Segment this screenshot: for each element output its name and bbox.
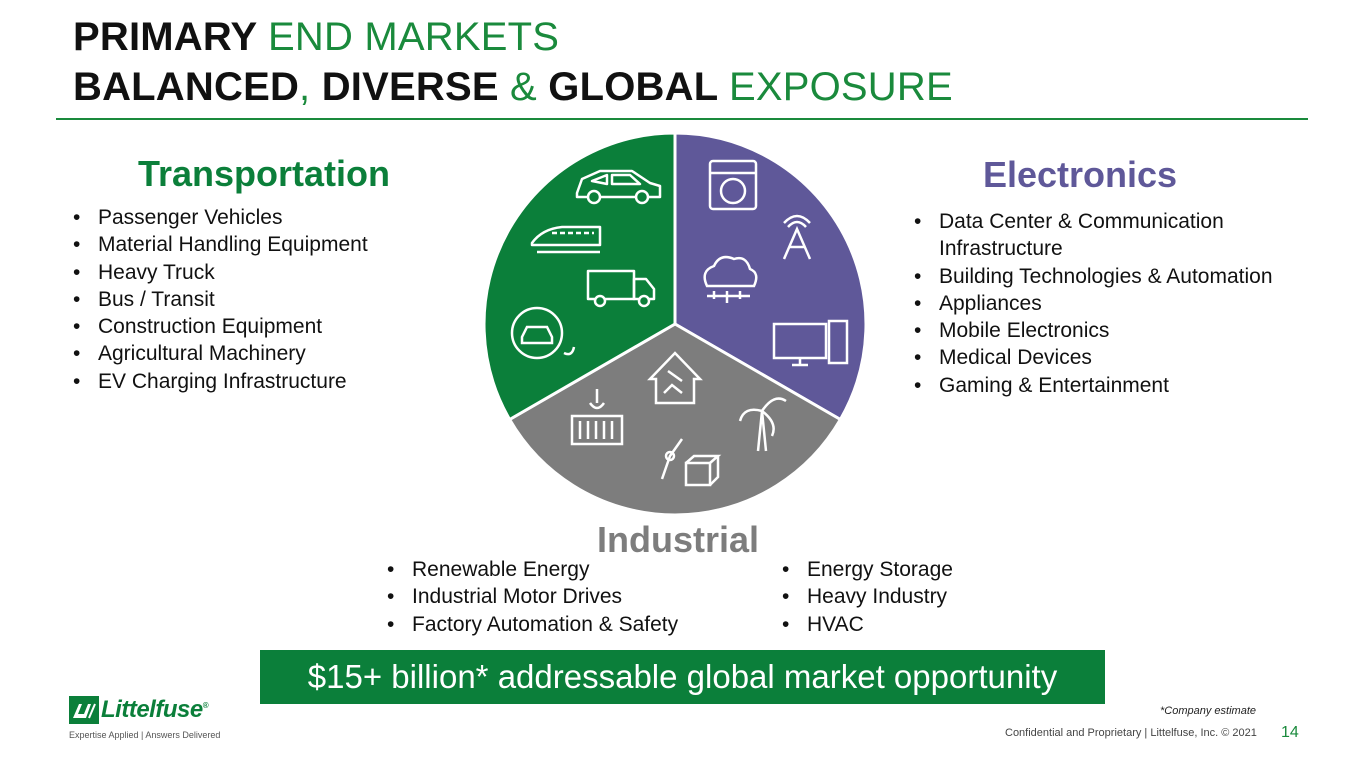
list-item: Renewable Energy	[387, 556, 678, 584]
electronics-list: Data Center & Communication Infrastructu…	[914, 208, 1274, 399]
title-comma: ,	[299, 65, 311, 109]
title-global: GLOBAL	[548, 65, 718, 109]
page-number: 14	[1281, 724, 1299, 741]
title-balanced: BALANCED	[73, 65, 300, 109]
list-item: Heavy Truck	[73, 259, 368, 287]
market-opportunity-banner: $15+ billion* addressable global market …	[260, 650, 1105, 704]
page-title-line2: BALANCED, DIVERSE & GLOBAL EXPOSURE	[73, 64, 953, 110]
footnote: *Company estimate	[1160, 705, 1256, 717]
list-item: EV Charging Infrastructure	[73, 368, 368, 396]
electronics-heading: Electronics	[983, 154, 1178, 195]
logo-wordmark: Littelfuse®	[101, 696, 209, 724]
logo-word: Littelfuse	[101, 696, 203, 723]
list-item: Factory Automation & Safety	[387, 611, 678, 639]
littelfuse-logo: Littelfuse® Expertise Applied | Answers …	[69, 694, 269, 742]
industrial-heading: Industrial	[597, 519, 760, 560]
title-exposure: EXPOSURE	[728, 65, 953, 109]
industrial-list-left: Renewable Energy Industrial Motor Drives…	[387, 556, 678, 638]
list-item: Mobile Electronics	[914, 317, 1274, 345]
title-diverse: DIVERSE	[321, 65, 499, 109]
list-item: Construction Equipment	[73, 313, 368, 341]
title-divider	[56, 118, 1308, 120]
page-title-line1: PRIMARY END MARKETS	[73, 14, 559, 60]
list-item: Building Technologies & Automation	[914, 263, 1274, 291]
list-item: Industrial Motor Drives	[387, 583, 678, 611]
list-item: Gaming & Entertainment	[914, 372, 1274, 400]
list-item: HVAC	[782, 611, 953, 639]
title-primary: PRIMARY	[73, 15, 257, 59]
title-ampersand: &	[510, 65, 537, 109]
end-markets-pie	[482, 131, 868, 517]
list-item: Material Handling Equipment	[73, 231, 368, 259]
transportation-list: Passenger Vehicles Material Handling Equ…	[73, 204, 368, 395]
list-item: Heavy Industry	[782, 583, 953, 611]
logo-tagline: Expertise Applied | Answers Delivered	[69, 730, 221, 740]
littelfuse-logo-mark-icon	[69, 696, 99, 724]
list-item: Appliances	[914, 290, 1274, 318]
list-item: Medical Devices	[914, 344, 1274, 372]
footer-confidential: Confidential and Proprietary | Littelfus…	[1005, 727, 1257, 739]
list-item: Passenger Vehicles	[73, 204, 368, 232]
list-item: Bus / Transit	[73, 286, 368, 314]
industrial-list-right: Energy Storage Heavy Industry HVAC	[782, 556, 953, 638]
transportation-heading: Transportation	[138, 153, 391, 194]
list-item: Energy Storage	[782, 556, 953, 584]
list-item: Agricultural Machinery	[73, 340, 368, 368]
title-end-markets: END MARKETS	[267, 15, 560, 59]
list-item: Data Center & Communication Infrastructu…	[914, 208, 1274, 263]
logo-registered: ®	[202, 701, 209, 710]
